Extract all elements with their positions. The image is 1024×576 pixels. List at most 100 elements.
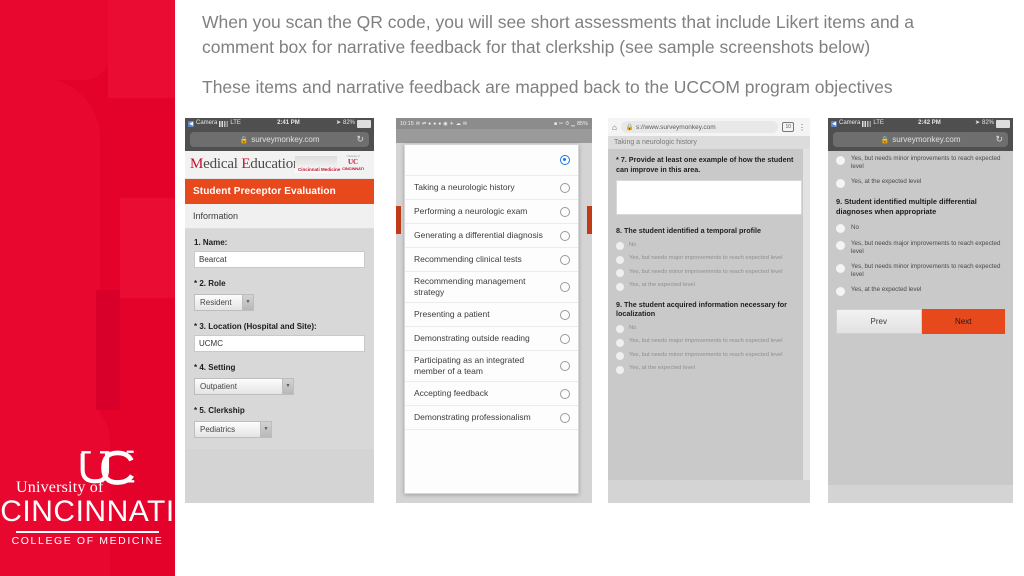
chrome-omnibox-bar[interactable]: ⌂ 🔒 s://www.surveymonkey.com 10 ⋮ [608,118,810,136]
radio-icon[interactable] [560,361,570,371]
overflow-menu-icon[interactable]: ⋮ [798,123,806,132]
reload-icon[interactable]: ↻ [995,134,1003,145]
option-label: Presenting a patient [414,309,490,319]
safari-url-bar[interactable]: 🔒 surveymonkey.com ↻ [828,129,1013,151]
radio-option[interactable]: Yes, but needs minor improvements to rea… [616,352,802,360]
radio-icon[interactable] [836,263,845,273]
option-label: Yes, but needs major improvements to rea… [629,255,783,261]
survey-page-body: * 7. Provide at least one example of how… [608,149,810,480]
decorative-shape [96,290,120,410]
scrim-edge-left [396,206,401,234]
radio-icon[interactable] [560,282,570,292]
url-pill[interactable]: 🔒 surveymonkey.com ↻ [190,132,369,147]
list-item[interactable]: Recommending clinical tests [405,248,578,272]
radio-icon[interactable] [836,155,845,165]
location-input[interactable]: UCMC [194,335,365,352]
radio-icon[interactable] [836,224,845,233]
question-7-textarea[interactable] [616,180,802,215]
radio-icon[interactable] [560,230,570,241]
option-label: Taking a neurologic history [414,182,515,192]
radio-icon[interactable] [616,365,624,374]
logo-line-cincinnati: CINCINNATI [0,495,175,528]
radio-icon[interactable] [836,286,845,296]
radio-icon[interactable] [616,338,624,347]
cloud-icon: ☁ [455,120,461,127]
home-icon[interactable]: ⌂ [612,123,617,132]
name-input[interactable]: Bearcat [194,251,365,268]
radio-icon[interactable] [560,309,570,320]
decorative-shape [0,0,110,80]
radio-option[interactable]: Yes, but needs major improvements to rea… [616,338,802,347]
required-asterisk: * [194,406,198,415]
decorative-shape [108,0,175,98]
option-label: No [629,241,637,248]
radio-option[interactable]: Yes, but needs major improvements to rea… [836,240,1005,256]
field-label-name: 1. Name: [194,238,365,247]
page-right-gutter [803,149,810,480]
radio-option[interactable]: No [836,223,1005,233]
radio-option[interactable]: Yes, at the expected level [836,286,1005,296]
list-item[interactable]: Participating as an integrated member of… [405,351,578,382]
radio-icon[interactable] [560,388,570,399]
option-label: Yes, at the expected level [851,178,922,185]
radio-option[interactable]: Yes, but needs major improvements to rea… [616,255,802,264]
radio-option[interactable]: Yes, at the expected level [616,365,802,374]
radio-icon[interactable] [616,325,624,333]
logo-line-university-of: University of [16,479,104,496]
list-item[interactable]: Recommending management strategy [405,272,578,303]
next-button[interactable]: Next [921,308,1005,334]
radio-icon[interactable] [616,352,624,360]
url-pill[interactable]: 🔒 surveymonkey.com ↻ [833,132,1008,147]
option-label: Recommending clinical tests [414,254,522,264]
lock-icon: 🔒 [625,124,634,131]
option-label: No [851,223,859,231]
lock-icon: 🔒 [239,136,249,144]
survey-page-body: Yes, but needs minor improvements to rea… [828,151,1013,485]
list-item[interactable]: Presenting a patient [405,303,578,327]
radio-option[interactable]: Yes, at the expected level [616,282,802,291]
list-item[interactable]: Accepting feedback [405,382,578,406]
radio-icon[interactable] [616,242,624,250]
list-item[interactable]: Demonstrating outside reading [405,327,578,351]
tab-count-icon[interactable]: 10 [782,122,794,132]
setting-select[interactable]: Outpatient ▼ [194,378,294,395]
radio-icon[interactable] [560,333,570,344]
radio-icon[interactable] [616,269,624,277]
role-select[interactable]: Resident ▼ [194,294,254,311]
radio-icon[interactable] [616,255,624,264]
site-logo-bar: Medical Education Cincinnati Medicine Un… [185,151,374,179]
radio-icon[interactable] [836,178,845,188]
radio-option[interactable]: Yes, but needs minor improvements to rea… [616,269,802,277]
question-7-label: * 7. Provide at least one example of how… [616,155,802,174]
radio-option[interactable]: No [616,241,802,250]
field-label-text: 5. Clerkship [199,406,245,415]
radio-selected-icon[interactable] [560,155,570,165]
radio-icon[interactable] [836,240,845,250]
option-label: Recommending management strategy [414,276,526,297]
signal-bars-icon: ▁ [571,120,575,127]
back-chevron-icon: ◀ [831,120,837,127]
radio-option[interactable]: Yes, at the expected level [836,178,1005,188]
list-item[interactable]: Performing a neurologic exam [405,200,578,224]
list-item[interactable] [405,145,578,176]
radio-icon[interactable] [560,182,570,193]
list-item[interactable]: Demonstrating professionalism [405,406,578,430]
prev-button[interactable]: Prev [836,308,922,334]
radio-icon[interactable] [560,254,570,265]
radio-icon[interactable] [560,206,570,217]
list-item[interactable]: Taking a neurologic history [405,176,578,200]
mail-icon: ✉ [462,120,468,127]
radio-option[interactable]: No [616,325,802,333]
omnibox-pill[interactable]: 🔒 s://www.surveymonkey.com [620,121,779,133]
message-icon: ✉ [415,120,420,127]
clerkship-select[interactable]: Pediatrics ▼ [194,421,272,438]
list-item[interactable]: Generating a differential diagnosis [405,224,578,248]
radio-icon[interactable] [616,282,624,291]
radio-option[interactable]: Yes, but needs minor improvements to rea… [836,263,1005,279]
radio-option[interactable]: Yes, but needs minor improvements to rea… [836,155,1005,171]
radio-icon[interactable] [560,412,570,423]
safari-url-bar[interactable]: 🔒 surveymonkey.com ↻ [185,129,374,151]
reload-icon[interactable]: ↻ [356,134,364,145]
status-battery-pct: 85% [576,120,588,127]
select-options-dialog[interactable]: Taking a neurologic history Performing a… [404,144,579,494]
